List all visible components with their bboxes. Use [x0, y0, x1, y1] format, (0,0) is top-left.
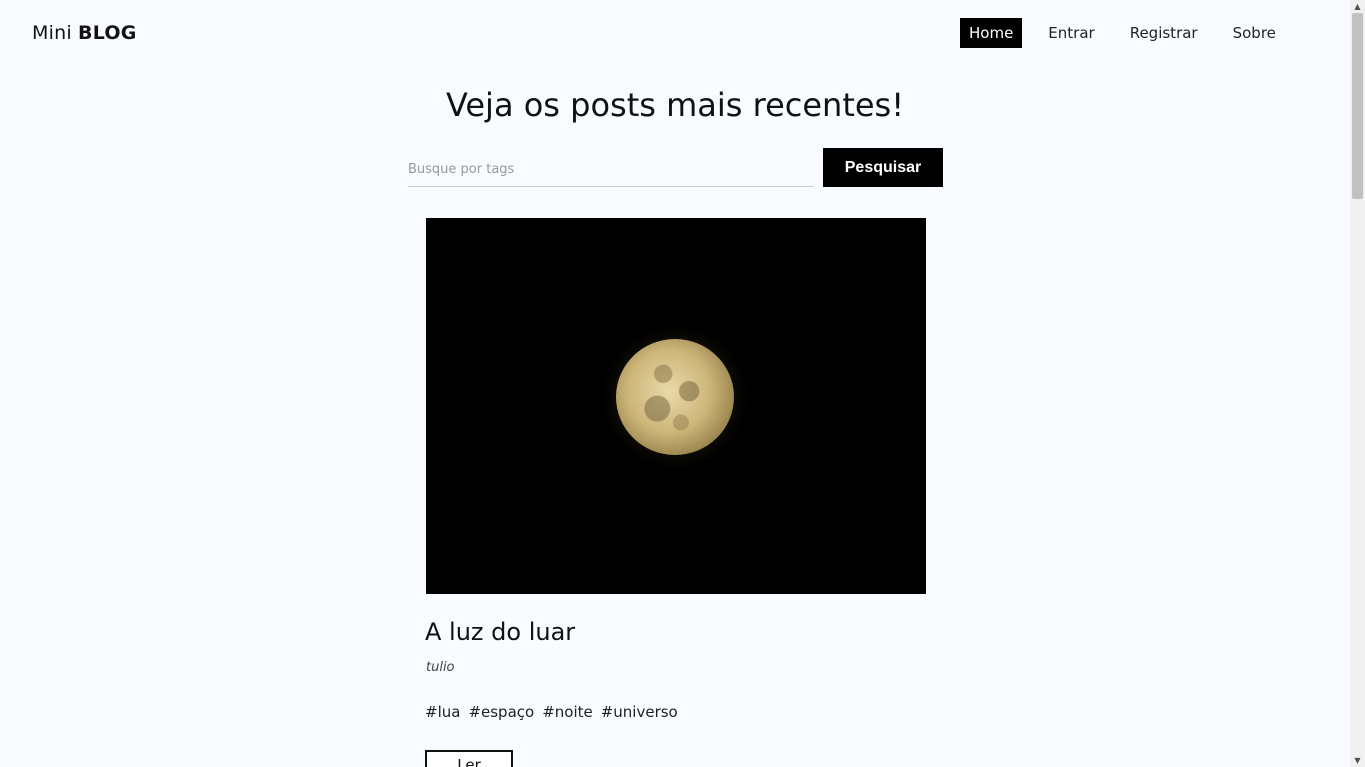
tag: #espaço [468, 703, 535, 721]
tag: #universo [600, 703, 678, 721]
post-image [426, 218, 926, 594]
read-button[interactable]: Ler [425, 750, 513, 767]
post-title: A luz do luar [425, 618, 576, 646]
brand-bold-text: BLOG [78, 22, 137, 44]
page-title: Veja os posts mais recentes! [445, 86, 905, 124]
tag: #noite [542, 703, 593, 721]
nav-link-sobre[interactable]: Sobre [1224, 18, 1285, 48]
post-tags: #lua #espaço #noite #universo [425, 703, 678, 721]
nav-link-registrar[interactable]: Registrar [1121, 18, 1207, 48]
page: Mini BLOG Home Entrar Registrar Sobre Ve… [0, 0, 1365, 767]
navbar: Mini BLOG Home Entrar Registrar Sobre [0, 0, 1350, 68]
moon-image [616, 339, 734, 455]
scroll-thumb[interactable] [1352, 13, 1363, 199]
search-button[interactable]: Pesquisar [823, 148, 943, 187]
scroll-down-icon[interactable]: ▼ [1350, 754, 1365, 767]
brand-logo[interactable]: Mini BLOG [32, 22, 137, 44]
vertical-scrollbar[interactable]: ▲ ▼ [1350, 0, 1365, 767]
brand-light-text: Mini [32, 22, 72, 44]
post-author: tulio [426, 660, 455, 675]
search-input[interactable] [408, 152, 813, 187]
nav-links: Home Entrar Registrar Sobre [960, 18, 1302, 48]
nav-link-entrar[interactable]: Entrar [1039, 18, 1103, 48]
scroll-up-icon[interactable]: ▲ [1350, 0, 1365, 13]
nav-link-home[interactable]: Home [960, 18, 1023, 48]
tag: #lua [425, 703, 461, 721]
